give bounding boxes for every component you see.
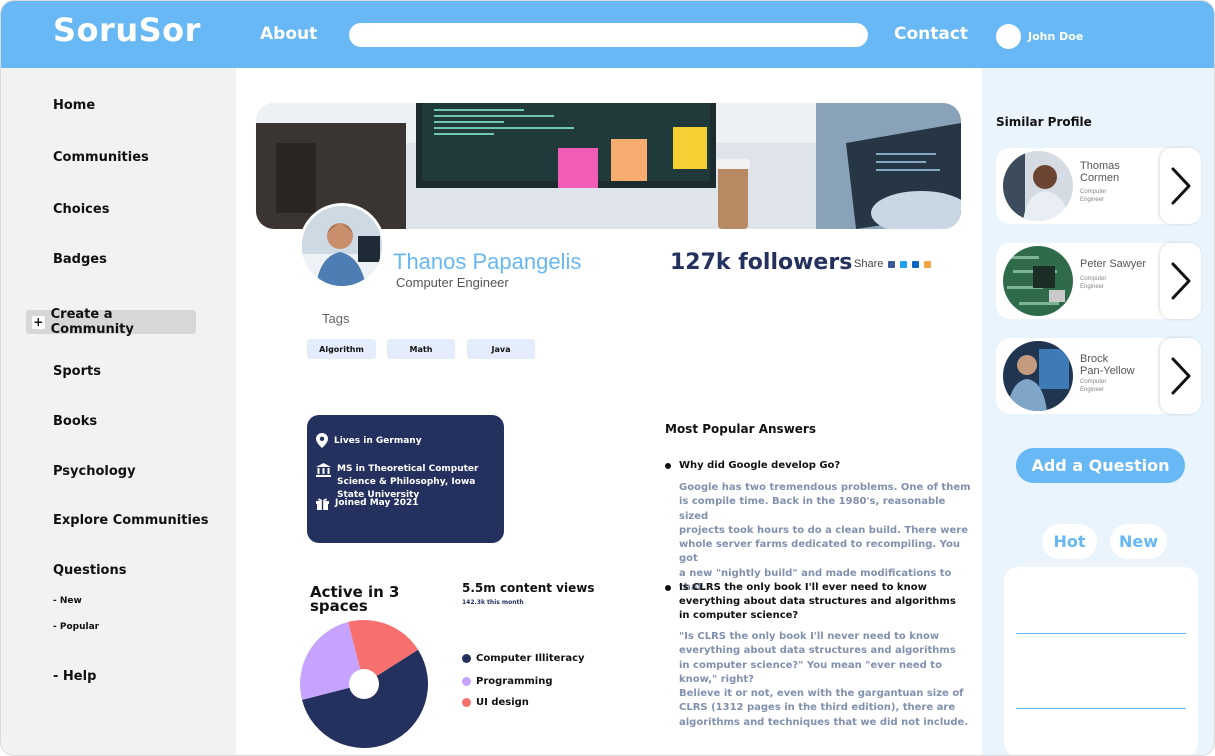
sidebar-item-badges[interactable]: Badges <box>53 252 107 267</box>
user-menu[interactable]: John Doe <box>996 23 1083 49</box>
profile-avatar <box>299 203 385 289</box>
nav-contact-link[interactable]: Contact <box>894 24 968 44</box>
sidebar-item-popular[interactable]: - Popular <box>53 622 99 632</box>
profile-photo <box>302 206 382 286</box>
info-location-text: Lives in Germany <box>334 436 422 446</box>
sidebar-item-communities[interactable]: Communities <box>53 150 149 165</box>
profile-info-card: Lives in Germany MS in Theoretical Compu… <box>307 415 504 543</box>
similar-profile-avatar <box>1003 341 1073 411</box>
similar-profile-name: Brock Pan-Yellow <box>1080 353 1135 377</box>
twitter-icon[interactable] <box>900 260 908 268</box>
info-location: Lives in Germany <box>316 433 422 448</box>
similar-profile-name: Peter Sawyer <box>1080 258 1147 270</box>
search-input[interactable] <box>349 23 868 47</box>
nav-about-link[interactable]: About <box>260 24 317 44</box>
legend-label: Computer Illiteracy <box>476 653 585 664</box>
answer-question-title[interactable]: Why did Google develop Go? <box>679 459 969 473</box>
gift-icon <box>316 498 329 510</box>
similar-profile-avatar <box>1003 246 1073 316</box>
bullet-icon <box>665 463 671 469</box>
facebook-icon[interactable] <box>888 260 896 268</box>
sidebar-item-sports[interactable]: Sports <box>53 364 101 379</box>
profile-role: Computer Engineer <box>396 275 509 290</box>
similar-profile-avatar <box>1003 151 1073 221</box>
donut-hole <box>349 669 379 699</box>
next-profile-button[interactable] <box>1160 338 1201 414</box>
sidebar-item-books[interactable]: Books <box>53 414 97 429</box>
spaces-donut-chart <box>300 620 428 748</box>
add-question-button[interactable]: Add a Question <box>1016 448 1185 483</box>
legend-item: Programming <box>462 676 553 687</box>
sidebar-item-questions[interactable]: Questions <box>53 563 126 578</box>
logo[interactable]: SoruSor <box>53 11 201 49</box>
left-sidebar: Home Communities Choices Badges + Create… <box>1 68 236 755</box>
answer-text: "Is CLRS the only book I'll never need t… <box>679 631 969 728</box>
user-avatar[interactable] <box>996 23 1021 49</box>
legend-label: Programming <box>476 676 553 687</box>
user-name[interactable]: John Doe <box>1028 30 1083 43</box>
info-joined: Joined May 2021 <box>316 497 419 510</box>
similar-profile-photo <box>1003 151 1073 221</box>
similar-profile-card[interactable]: Brock Pan-Yellow Computer Engineer <box>996 338 1201 414</box>
answer-question-title[interactable]: Is CLRS the only book I'll ever need to … <box>679 581 969 623</box>
similar-profile-heading: Similar Profile <box>996 115 1092 129</box>
legend-label: UI design <box>476 697 529 708</box>
sidebar-item-home[interactable]: Home <box>53 98 95 113</box>
sidebar-item-choices[interactable]: Choices <box>53 202 109 217</box>
share-label: Share <box>854 258 884 270</box>
legend-item: Computer Illiteracy <box>462 653 585 664</box>
feed-divider <box>1016 708 1186 709</box>
profile-name: Thanos Papangelis <box>393 249 582 274</box>
sidebar-item-new[interactable]: - New <box>53 596 82 606</box>
sidebar-item-explore-communities[interactable]: Explore Communities <box>53 513 208 528</box>
university-icon <box>316 463 331 477</box>
sidebar-item-help[interactable]: - Help <box>53 669 96 684</box>
similar-profile-name: Thomas Cormen <box>1080 160 1120 184</box>
feed-divider <box>1016 633 1186 634</box>
location-pin-icon <box>316 433 328 448</box>
create-community-button[interactable]: + Create a Community <box>26 307 196 337</box>
tag-java[interactable]: Java <box>467 339 535 359</box>
tag-algorithm[interactable]: Algorithm <box>307 339 376 359</box>
content-views: 5.5m content views <box>462 581 595 595</box>
legend-dot <box>462 654 471 663</box>
next-profile-button[interactable] <box>1160 243 1201 319</box>
create-community-label: Create a Community <box>50 307 134 337</box>
tab-new[interactable]: New <box>1110 524 1167 559</box>
followers-count: 127k followers <box>670 250 853 275</box>
tag-math[interactable]: Math <box>387 339 455 359</box>
chevron-right-icon <box>1171 167 1190 205</box>
questions-feed <box>1004 567 1198 755</box>
linkedin-icon[interactable] <box>912 260 920 268</box>
top-bar: SoruSor About Contact John Doe <box>1 1 1214 68</box>
similar-profile-role: Computer Engineer <box>1080 276 1107 290</box>
rss-icon[interactable] <box>924 260 932 268</box>
next-profile-button[interactable] <box>1160 148 1201 224</box>
similar-profile-role: Computer Engineer <box>1080 189 1107 203</box>
chevron-right-icon <box>1171 262 1190 300</box>
similar-profile-card[interactable]: Peter Sawyer Computer Engineer <box>996 243 1201 319</box>
sidebar-item-psychology[interactable]: Psychology <box>53 464 136 479</box>
legend-item: UI design <box>462 697 529 708</box>
legend-dot <box>462 677 471 686</box>
popular-answers-heading: Most Popular Answers <box>665 422 816 436</box>
similar-profile-photo <box>1003 341 1073 411</box>
similar-profile-photo <box>1003 246 1073 316</box>
content-views-month: 142.3k this month <box>462 599 524 606</box>
chevron-right-icon <box>1171 357 1190 395</box>
active-spaces-title: Active in 3 spaces <box>310 583 400 615</box>
share-bar: Share <box>854 258 932 270</box>
app-frame: SoruSor About Contact John Doe Home Comm… <box>0 0 1215 756</box>
similar-profile-card[interactable]: Thomas Cormen Computer Engineer <box>996 148 1201 224</box>
tab-hot[interactable]: Hot <box>1042 524 1097 559</box>
plus-icon: + <box>32 315 45 329</box>
tags-heading: Tags <box>322 311 350 326</box>
legend-dot <box>462 698 471 707</box>
answer-text: Google has two tremendous problems. One … <box>679 482 971 594</box>
similar-profile-role: Computer Engineer <box>1080 379 1107 393</box>
info-joined-text: Joined May 2021 <box>335 498 419 508</box>
bullet-icon <box>665 585 671 591</box>
